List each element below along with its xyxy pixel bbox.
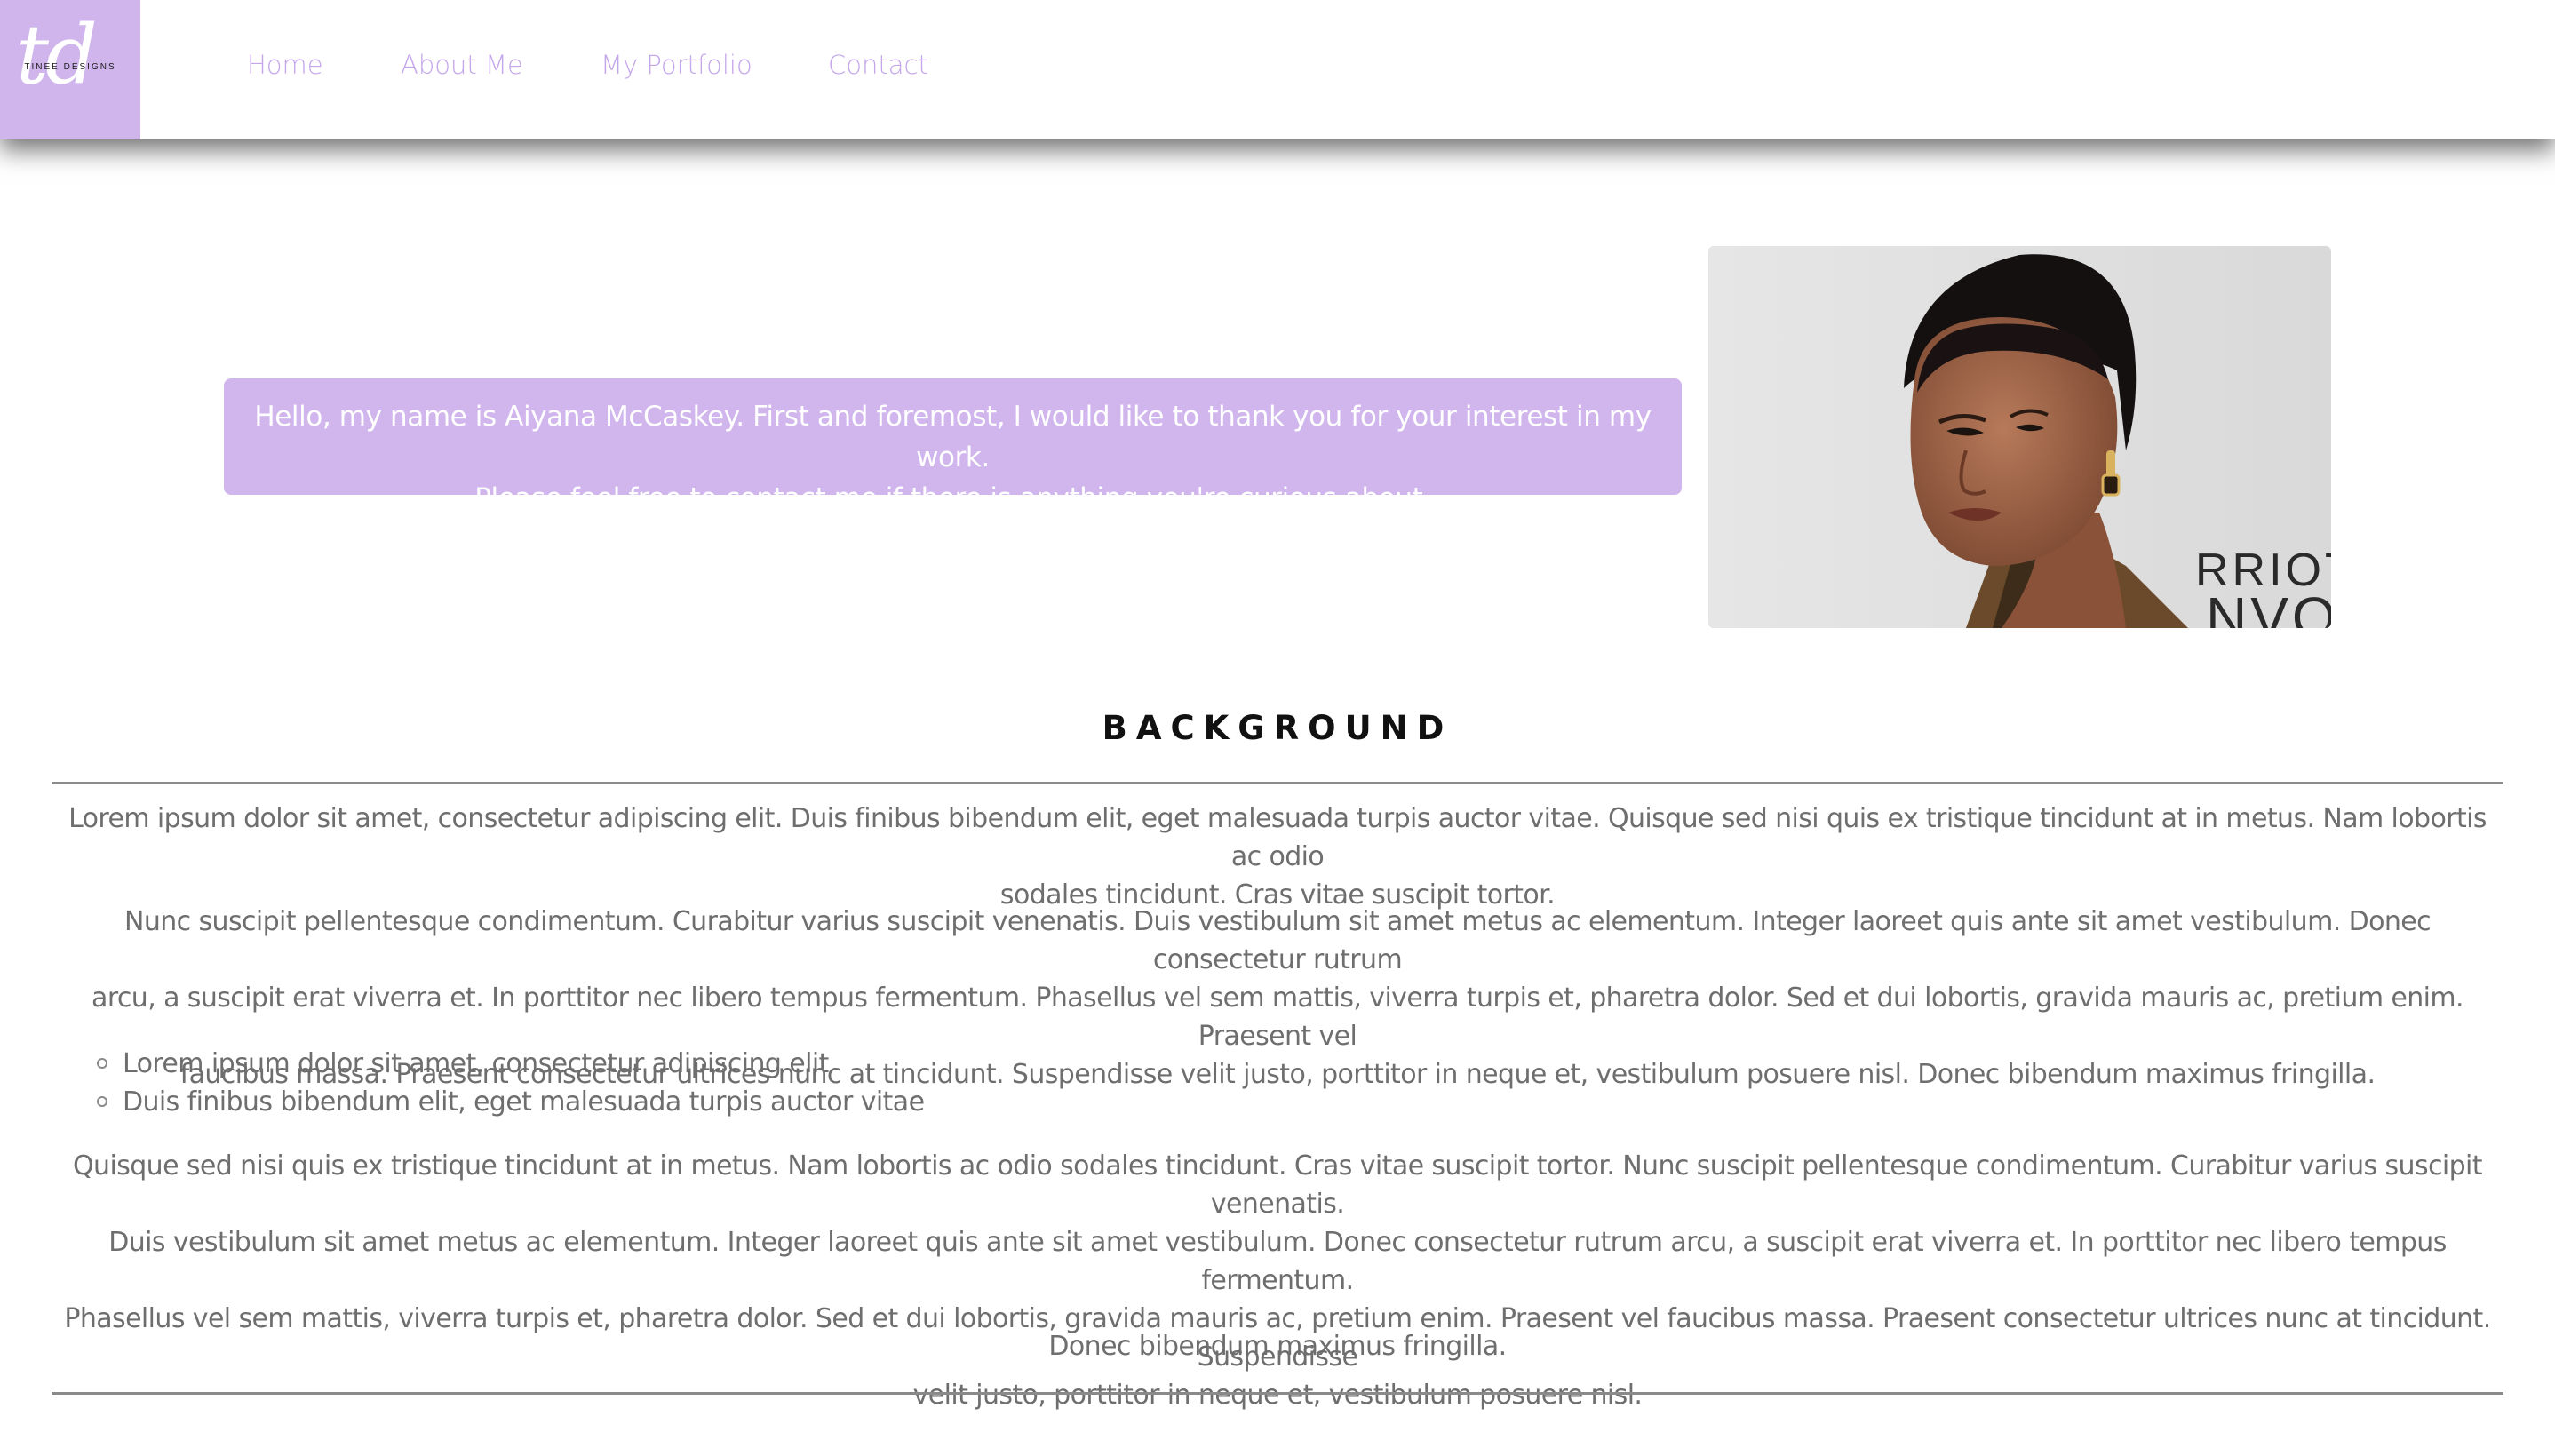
list-item: Duis finibus bibendum elit, eget malesua… <box>93 1083 925 1121</box>
paragraph-line: Duis vestibulum sit amet metus ac elemen… <box>108 1227 2447 1296</box>
list-item-text: Lorem ipsum dolor sit amet, consectetur … <box>123 1048 829 1079</box>
intro-line-1: Hello, my name is Aiyana McCaskey. First… <box>254 401 1652 473</box>
paragraph-line: Lorem ipsum dolor sit amet, consectetur … <box>68 803 2487 872</box>
site-logo[interactable]: td TINEE DESIGNS <box>0 0 140 139</box>
circle-bullet-icon <box>97 1096 107 1107</box>
nav-home-link[interactable]: Home <box>247 50 323 80</box>
paragraph-line: Nunc suscipit pellentesque condimentum. … <box>124 906 2432 975</box>
profile-photo: RRIOTT NVO <box>1708 246 2331 628</box>
intro-message-box: Hello, my name is Aiyana McCaskey. First… <box>224 378 1682 514</box>
portrait-illustration: RRIOTT NVO <box>1708 246 2331 628</box>
paragraph-line: Donec bibendum maximus fringilla. <box>1048 1331 1507 1362</box>
section-divider-bottom <box>52 1392 2503 1395</box>
top-navbar: td TINEE DESIGNS Home About Me My Portfo… <box>0 0 2555 139</box>
background-bullet-list: Lorem ipsum dolor sit amet, consectetur … <box>93 1045 925 1121</box>
logo-monogram: td <box>16 7 98 102</box>
nav-about-link[interactable]: About Me <box>401 50 523 80</box>
circle-bullet-icon <box>97 1058 107 1069</box>
list-item-text: Duis finibus bibendum elit, eget malesua… <box>123 1086 925 1118</box>
nav-portfolio-link[interactable]: My Portfolio <box>601 50 752 80</box>
background-paragraph-4: Donec bibendum maximus fringilla. <box>52 1327 2503 1365</box>
paragraph-line: Quisque sed nisi quis ex tristique tinci… <box>73 1150 2483 1220</box>
list-item: Lorem ipsum dolor sit amet, consectetur … <box>93 1045 924 1083</box>
section-divider-top <box>52 782 2503 784</box>
logo-brand-text: TINEE DESIGNS <box>24 62 116 72</box>
backdrop-text-2: NVO <box>2206 585 2331 628</box>
background-paragraph-1: Lorem ipsum dolor sit amet, consectetur … <box>52 800 2503 914</box>
nav-contact-link[interactable]: Contact <box>828 50 928 80</box>
paragraph-line: velit justo, porttitor in neque et, vest… <box>912 1380 1643 1411</box>
background-paragraph-3: Quisque sed nisi quis ex tristique tinci… <box>52 1147 2503 1414</box>
intro-line-2: Please feel free to contact me if there … <box>474 482 1431 514</box>
background-heading: BACKGROUND <box>1102 709 1453 747</box>
